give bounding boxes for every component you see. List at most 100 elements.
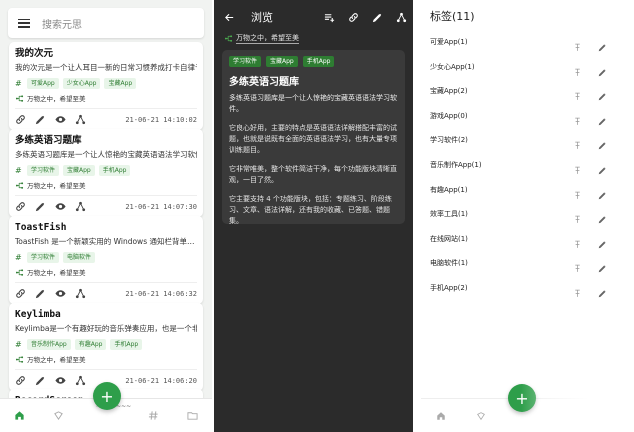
home-icon[interactable] [421,411,461,421]
share-icon[interactable] [75,200,95,214]
pin-icon[interactable] [573,160,582,179]
tag-row[interactable]: 电脑软件(1) [421,251,634,275]
browse-toolbar: 浏览 [214,0,413,34]
tag-row[interactable]: 游戏App(0) [421,104,634,128]
edit-icon[interactable] [598,62,607,81]
tag-chip[interactable]: 手机App [110,339,143,350]
tag-row[interactable]: 手机App(2) [421,276,634,300]
menu-icon[interactable] [18,18,30,28]
pin-icon[interactable] [573,258,582,277]
eye-icon[interactable] [55,113,75,127]
add-button[interactable]: + [93,382,121,410]
edit-icon[interactable] [598,258,607,277]
card-link[interactable]: 万物之中，希望至美 [15,266,197,278]
tag-icon[interactable] [461,411,501,421]
card-link[interactable]: 万物之中，希望至美 [15,92,197,104]
edit-icon[interactable] [35,374,55,388]
eye-icon[interactable] [55,374,75,388]
edit-icon[interactable] [598,234,607,253]
branch-icon [15,94,24,103]
folder-icon[interactable] [187,406,198,425]
tag-chip[interactable]: 宝藏App [63,165,95,176]
branch-icon [15,268,24,277]
card-link-text: 万物之中，希望至美 [27,95,86,103]
pin-icon[interactable] [573,135,582,154]
edit-icon[interactable] [35,113,55,127]
hash-nav-icon[interactable] [148,406,159,425]
pin-icon[interactable] [573,283,582,302]
pin-icon[interactable] [573,111,582,130]
tag-chip[interactable]: 有趣App [74,339,107,350]
pin-icon[interactable] [573,234,582,253]
search-bar[interactable]: 搜索元思 [8,8,204,38]
note-card[interactable]: 多练英语习题库 多练英语习题库是一个让人惊艳的宝藏英语语法学习软件 # 学习软件… [9,129,203,217]
card-desc: Keylimba是一个有趣好玩的音乐弹奏应用，也是一个非… [15,324,197,333]
tag-row[interactable]: 音乐制作App(1) [421,153,634,177]
back-icon[interactable] [224,12,235,23]
tag-chip[interactable]: 宝藏App [104,78,137,89]
eye-icon[interactable] [55,200,75,214]
edit-icon[interactable] [365,12,389,23]
tag-icon[interactable] [53,406,64,425]
edit-icon[interactable] [598,111,607,130]
link-icon[interactable] [15,113,35,127]
card-tags: # 可爱App 少女心App 宝藏App [15,77,197,90]
edit-icon[interactable] [598,185,607,204]
tag-chip[interactable]: 少女心App [62,78,101,89]
tag-chip[interactable]: 手机App [98,165,131,176]
note-card[interactable]: ToastFish ToastFish 是一个新颖实用的 Windows 通知栏… [9,216,203,304]
article-card: 学习软件 宝藏App 手机App 多练英语习题库 多练英语习题库是一个让人惊艳的… [222,50,405,225]
edit-icon[interactable] [598,160,607,179]
pin-icon[interactable] [573,37,582,56]
tag-row[interactable]: 宝藏App(2) [421,79,634,103]
note-card[interactable]: 我的次元 我的次元是一个让人耳目一新的日常习惯养成打卡自律专… # 可爱App … [9,42,203,130]
tag-row[interactable]: 效率工具(1) [421,202,634,226]
card-actions: 21-06-21 14:07:30 [15,195,197,217]
edit-icon[interactable] [598,135,607,154]
tag-chip[interactable]: 电脑软件 [63,252,96,263]
pin-icon[interactable] [573,86,582,105]
note-card[interactable]: Keylimba Keylimba是一个有趣好玩的音乐弹奏应用，也是一个非… #… [9,303,203,391]
card-title: 多练英语习题库 [15,135,82,146]
card-title: 我的次元 [15,48,54,59]
pin-icon[interactable] [573,62,582,81]
edit-icon[interactable] [35,287,55,301]
share-icon[interactable] [75,113,95,127]
link-icon[interactable] [15,374,35,388]
tag-chip[interactable]: 学习软件 [229,56,262,67]
tag-chip[interactable]: 宝藏App [266,56,298,67]
tag-chip[interactable]: 学习软件 [27,252,60,263]
link-icon[interactable] [15,287,35,301]
home-icon[interactable] [14,406,25,425]
card-actions: 21-06-21 14:06:32 [15,282,197,304]
playlist-add-icon[interactable] [317,12,341,23]
pin-icon[interactable] [573,185,582,204]
tags-panel: 标签(11) 可爱App(1) 少女心App(1) 宝藏App(2) 游戏App(0)… [421,0,634,432]
article-heading: 多练英语习题库 [229,77,299,88]
tag-chip[interactable]: 手机App [302,56,335,67]
tag-chip[interactable]: 学习软件 [27,165,60,176]
share-icon[interactable] [75,287,95,301]
tag-chip[interactable]: 可爱App [27,78,59,89]
tag-row[interactable]: 在线网站(1) [421,227,634,251]
link-icon[interactable] [15,200,35,214]
card-link[interactable]: 万物之中，希望至美 [15,353,197,365]
tag-row[interactable]: 学习软件(2) [421,128,634,152]
edit-icon[interactable] [35,200,55,214]
card-link[interactable]: 万物之中，希望至美 [15,179,197,191]
share-icon[interactable] [75,374,95,388]
edit-icon[interactable] [598,283,607,302]
search-placeholder: 搜索元思 [42,19,82,31]
tag-row[interactable]: 少女心App(1) [421,55,634,79]
tag-row[interactable]: 有趣App(1) [421,178,634,202]
edit-icon[interactable] [598,209,607,228]
tag-row[interactable]: 可爱App(1) [421,30,634,54]
link-icon[interactable] [341,12,365,23]
eye-icon[interactable] [55,287,75,301]
browse-link[interactable]: 万物之中，希望至美 [224,33,299,44]
edit-icon[interactable] [598,86,607,105]
tag-chip[interactable]: 音乐制作App [27,339,71,350]
pin-icon[interactable] [573,209,582,228]
share-icon[interactable] [389,12,413,23]
edit-icon[interactable] [598,37,607,56]
